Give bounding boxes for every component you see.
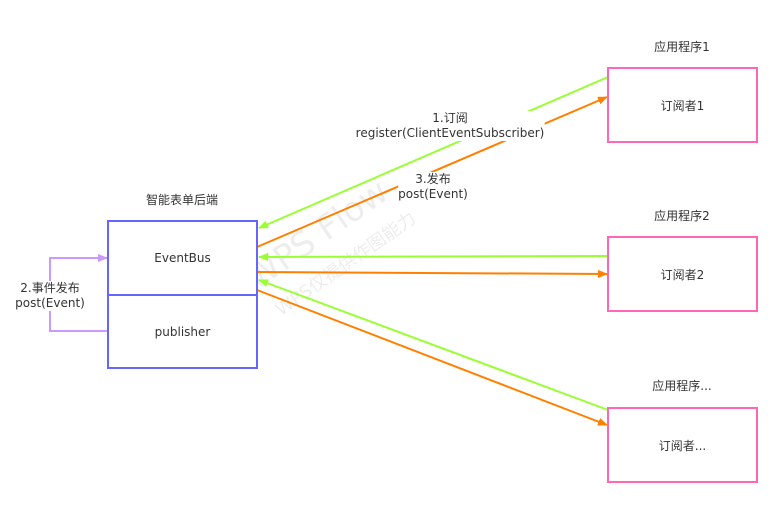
publish-arrow-3 bbox=[256, 289, 608, 426]
subscribe-arrow-3 bbox=[258, 279, 609, 411]
diagram: WPS Flow WPS仅提供作图能力 1.订阅 register(Client… bbox=[0, 0, 784, 507]
subscriber-label-1: 订阅者1 bbox=[660, 98, 705, 113]
publish-arrow-2 bbox=[256, 269, 608, 278]
subscribe-label: 1.订阅 register(ClientEventSubscriber) bbox=[355, 111, 545, 141]
backend-title: 智能表单后端 bbox=[145, 193, 219, 207]
app-title-2: 应用程序2 bbox=[654, 209, 710, 223]
subscriber-label-2: 订阅者2 bbox=[660, 267, 705, 282]
app-title-3: 应用程序... bbox=[652, 379, 712, 393]
publish-label: 3.发布 post(Event) bbox=[398, 172, 468, 202]
subscribe-arrow-1 bbox=[258, 76, 609, 229]
publisher-box: publisher bbox=[107, 294, 258, 369]
subscribe-label-step: 1.订阅 bbox=[432, 111, 468, 125]
self-publish-label: 2.事件发布 post(Event) bbox=[15, 281, 85, 311]
subscriber-box-2: 订阅者2 bbox=[607, 236, 758, 312]
self-publish-label-step: 2.事件发布 bbox=[20, 281, 80, 295]
publish-label-step: 3.发布 bbox=[415, 172, 451, 186]
eventbus-box: EventBus bbox=[107, 220, 258, 296]
publisher-label: publisher bbox=[154, 324, 211, 339]
subscribe-label-call: register(ClientEventSubscriber) bbox=[355, 126, 545, 140]
subscriber-box-1: 订阅者1 bbox=[607, 67, 758, 143]
eventbus-label: EventBus bbox=[154, 251, 211, 265]
app-title-1: 应用程序1 bbox=[654, 40, 710, 54]
subscriber-box-3: 订阅者... bbox=[607, 407, 758, 483]
publish-label-call: post(Event) bbox=[398, 187, 468, 201]
subscriber-label-3: 订阅者... bbox=[658, 438, 707, 453]
self-publish-label-call: post(Event) bbox=[15, 296, 85, 310]
subscribe-arrow-2 bbox=[258, 252, 609, 261]
